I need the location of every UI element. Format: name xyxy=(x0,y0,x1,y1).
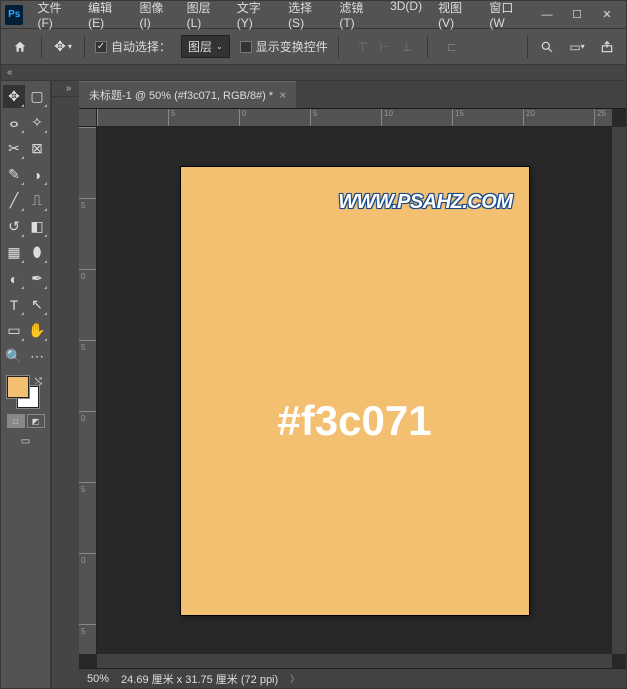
app-logo: Ps xyxy=(5,5,23,25)
show-transform-label: 显示变换控件 xyxy=(256,38,328,55)
menu-view[interactable]: 视图(V) xyxy=(430,0,481,34)
spot-heal-tool[interactable]: ◑ xyxy=(26,163,48,186)
zoom-level[interactable]: 50% xyxy=(87,673,109,685)
pen-tool[interactable]: ✒ xyxy=(26,267,48,290)
align-top-icon[interactable]: ⊤ xyxy=(353,37,373,57)
maximize-button[interactable]: ☐ xyxy=(562,5,592,25)
crop-tool[interactable]: ✂ xyxy=(3,137,25,160)
edit-toolbar[interactable]: ⋯ xyxy=(26,345,48,368)
align-vcenter-icon[interactable]: ⊢ xyxy=(375,37,395,57)
align-bottom-icon[interactable]: ⊥ xyxy=(397,37,417,57)
separator xyxy=(527,36,528,58)
quick-mask-icon[interactable]: ◩ xyxy=(27,414,45,428)
artboard[interactable]: WWW.PSAHZ.COM #f3c071 xyxy=(181,167,529,615)
auto-select-checkbox[interactable]: ✓ xyxy=(95,41,107,53)
menu-window[interactable]: 窗口(W xyxy=(481,0,532,34)
ruler-horizontal[interactable]: 50510152025 xyxy=(97,109,612,127)
doc-dimensions[interactable]: 24.69 厘米 x 31.75 厘米 (72 ppi) xyxy=(121,671,278,687)
eyedropper-tool[interactable]: ✎ xyxy=(3,163,25,186)
separator xyxy=(427,36,428,58)
status-bar: 50% 24.69 厘米 x 31.75 厘米 (72 ppi) 〉 xyxy=(79,668,626,688)
clone-stamp-tool[interactable]: ⎍ xyxy=(26,189,48,212)
collapse-panels-bar[interactable]: « xyxy=(1,65,626,81)
show-transform-checkbox[interactable] xyxy=(240,41,252,53)
dropdown-value: 图层 xyxy=(188,38,212,55)
screen-mode-icon[interactable]: ▭▾ xyxy=(566,36,588,58)
ruler-origin[interactable] xyxy=(79,109,97,127)
dodge-tool[interactable]: ◐ xyxy=(3,267,25,290)
optbar-right: ▭▾ xyxy=(527,36,618,58)
workspace: ✥▢ ⴰ✧ ✂⊠ ✎◑ ╱⎍ ↺◧ ▦⬮ ◐✒ T↖ ▭✋ 🔍⋯ ⤭ □ ◩ ▭… xyxy=(1,81,626,688)
menu-select[interactable]: 选择(S) xyxy=(280,0,331,34)
document-tab[interactable]: 未标题-1 @ 50% (#f3c071, RGB/8#) * × xyxy=(79,81,296,108)
menu-file[interactable]: 文件(F) xyxy=(29,0,80,34)
align-left-icon[interactable]: ⊏ xyxy=(442,37,462,57)
distribute-group: ⊏ xyxy=(442,37,462,57)
minimize-button[interactable]: — xyxy=(532,5,562,25)
move-tool[interactable]: ✥ xyxy=(3,85,25,108)
close-button[interactable]: ✕ xyxy=(592,5,622,25)
foreground-color[interactable] xyxy=(7,376,29,398)
home-button[interactable] xyxy=(9,36,31,58)
ruler-vertical[interactable]: 50505050 xyxy=(79,127,97,654)
collapse-icon: « xyxy=(7,67,13,78)
panel-collapse-bar[interactable]: » xyxy=(52,81,79,97)
hand-tool[interactable]: ✋ xyxy=(26,319,48,342)
standard-mode-icon[interactable]: □ xyxy=(7,414,25,428)
status-flyout-icon[interactable]: 〉 xyxy=(290,672,299,685)
eraser-tool[interactable]: ◧ xyxy=(26,215,48,238)
frame-tool[interactable]: ⊠ xyxy=(26,137,48,160)
zoom-tool[interactable]: 🔍 xyxy=(3,345,25,368)
canvas-wrap: 50510152025 50505050 WWW.PSAHZ.COM #f3c0… xyxy=(79,109,626,668)
share-icon[interactable] xyxy=(596,36,618,58)
watermark-text: WWW.PSAHZ.COM xyxy=(338,191,512,214)
align-group: ⊤ ⊢ ⊥ xyxy=(353,37,417,57)
auto-select-label: 自动选择： xyxy=(111,38,171,55)
blur-tool[interactable]: ⬮ xyxy=(26,241,48,264)
menu-layer[interactable]: 图层(L) xyxy=(179,0,229,34)
menu-3d[interactable]: 3D(D) xyxy=(382,0,430,34)
separator xyxy=(84,36,85,58)
tab-title: 未标题-1 @ 50% (#f3c071, RGB/8#) * xyxy=(89,87,273,103)
separator xyxy=(338,36,339,58)
menu-image[interactable]: 图像(I) xyxy=(131,0,178,34)
magic-wand-tool[interactable]: ✧ xyxy=(26,111,48,134)
separator xyxy=(41,36,42,58)
quick-mask-row: □ ◩ xyxy=(3,414,48,428)
path-select-tool[interactable]: ↖ xyxy=(26,293,48,316)
menu-edit[interactable]: 编辑(E) xyxy=(80,0,131,34)
move-tool-icon[interactable]: ✥▾ xyxy=(52,36,74,58)
title-bar: Ps 文件(F) 编辑(E) 图像(I) 图层(L) 文字(Y) 选择(S) 滤… xyxy=(1,1,626,29)
brush-tool[interactable]: ╱ xyxy=(3,189,25,212)
auto-select-dropdown[interactable]: 图层 ⌄ xyxy=(181,35,230,58)
auto-select-option[interactable]: ✓ 自动选择： xyxy=(95,38,171,55)
menu-type[interactable]: 文字(Y) xyxy=(229,0,280,34)
tab-close-icon[interactable]: × xyxy=(279,88,286,102)
collapsed-panel-strip[interactable]: » xyxy=(51,81,79,688)
window-controls: — ☐ ✕ xyxy=(532,5,622,25)
marquee-tool[interactable]: ▢ xyxy=(26,85,48,108)
canvas-viewport[interactable]: WWW.PSAHZ.COM #f3c071 xyxy=(97,127,612,654)
rectangle-tool[interactable]: ▭ xyxy=(3,319,25,342)
menu-bar: 文件(F) 编辑(E) 图像(I) 图层(L) 文字(Y) 选择(S) 滤镜(T… xyxy=(29,0,532,34)
type-tool[interactable]: T xyxy=(3,293,25,316)
history-brush-tool[interactable]: ↺ xyxy=(3,215,25,238)
show-transform-option[interactable]: 显示变换控件 xyxy=(240,38,328,55)
lasso-tool[interactable]: ⴰ xyxy=(3,111,25,134)
chevron-down-icon: ⌄ xyxy=(216,42,223,51)
scrollbar-horizontal[interactable] xyxy=(97,654,612,668)
toolbox: ✥▢ ⴰ✧ ✂⊠ ✎◑ ╱⎍ ↺◧ ▦⬮ ◐✒ T↖ ▭✋ 🔍⋯ ⤭ □ ◩ ▭ xyxy=(1,81,51,688)
gradient-tool[interactable]: ▦ xyxy=(3,241,25,264)
search-icon[interactable] xyxy=(536,36,558,58)
screen-mode-row: ▭ xyxy=(3,434,48,448)
screen-mode-toggle[interactable]: ▭ xyxy=(17,434,35,448)
options-bar: ✥▾ ✓ 自动选择： 图层 ⌄ 显示变换控件 ⊤ ⊢ ⊥ ⊏ ▭▾ xyxy=(1,29,626,65)
menu-filter[interactable]: 滤镜(T) xyxy=(331,0,382,34)
color-swatches: ⤭ xyxy=(3,376,48,410)
document-tabs: 未标题-1 @ 50% (#f3c071, RGB/8#) * × xyxy=(79,81,626,109)
hex-label: #f3c071 xyxy=(181,397,529,445)
document-area: 未标题-1 @ 50% (#f3c071, RGB/8#) * × 505101… xyxy=(79,81,626,688)
scrollbar-vertical[interactable] xyxy=(612,127,626,654)
